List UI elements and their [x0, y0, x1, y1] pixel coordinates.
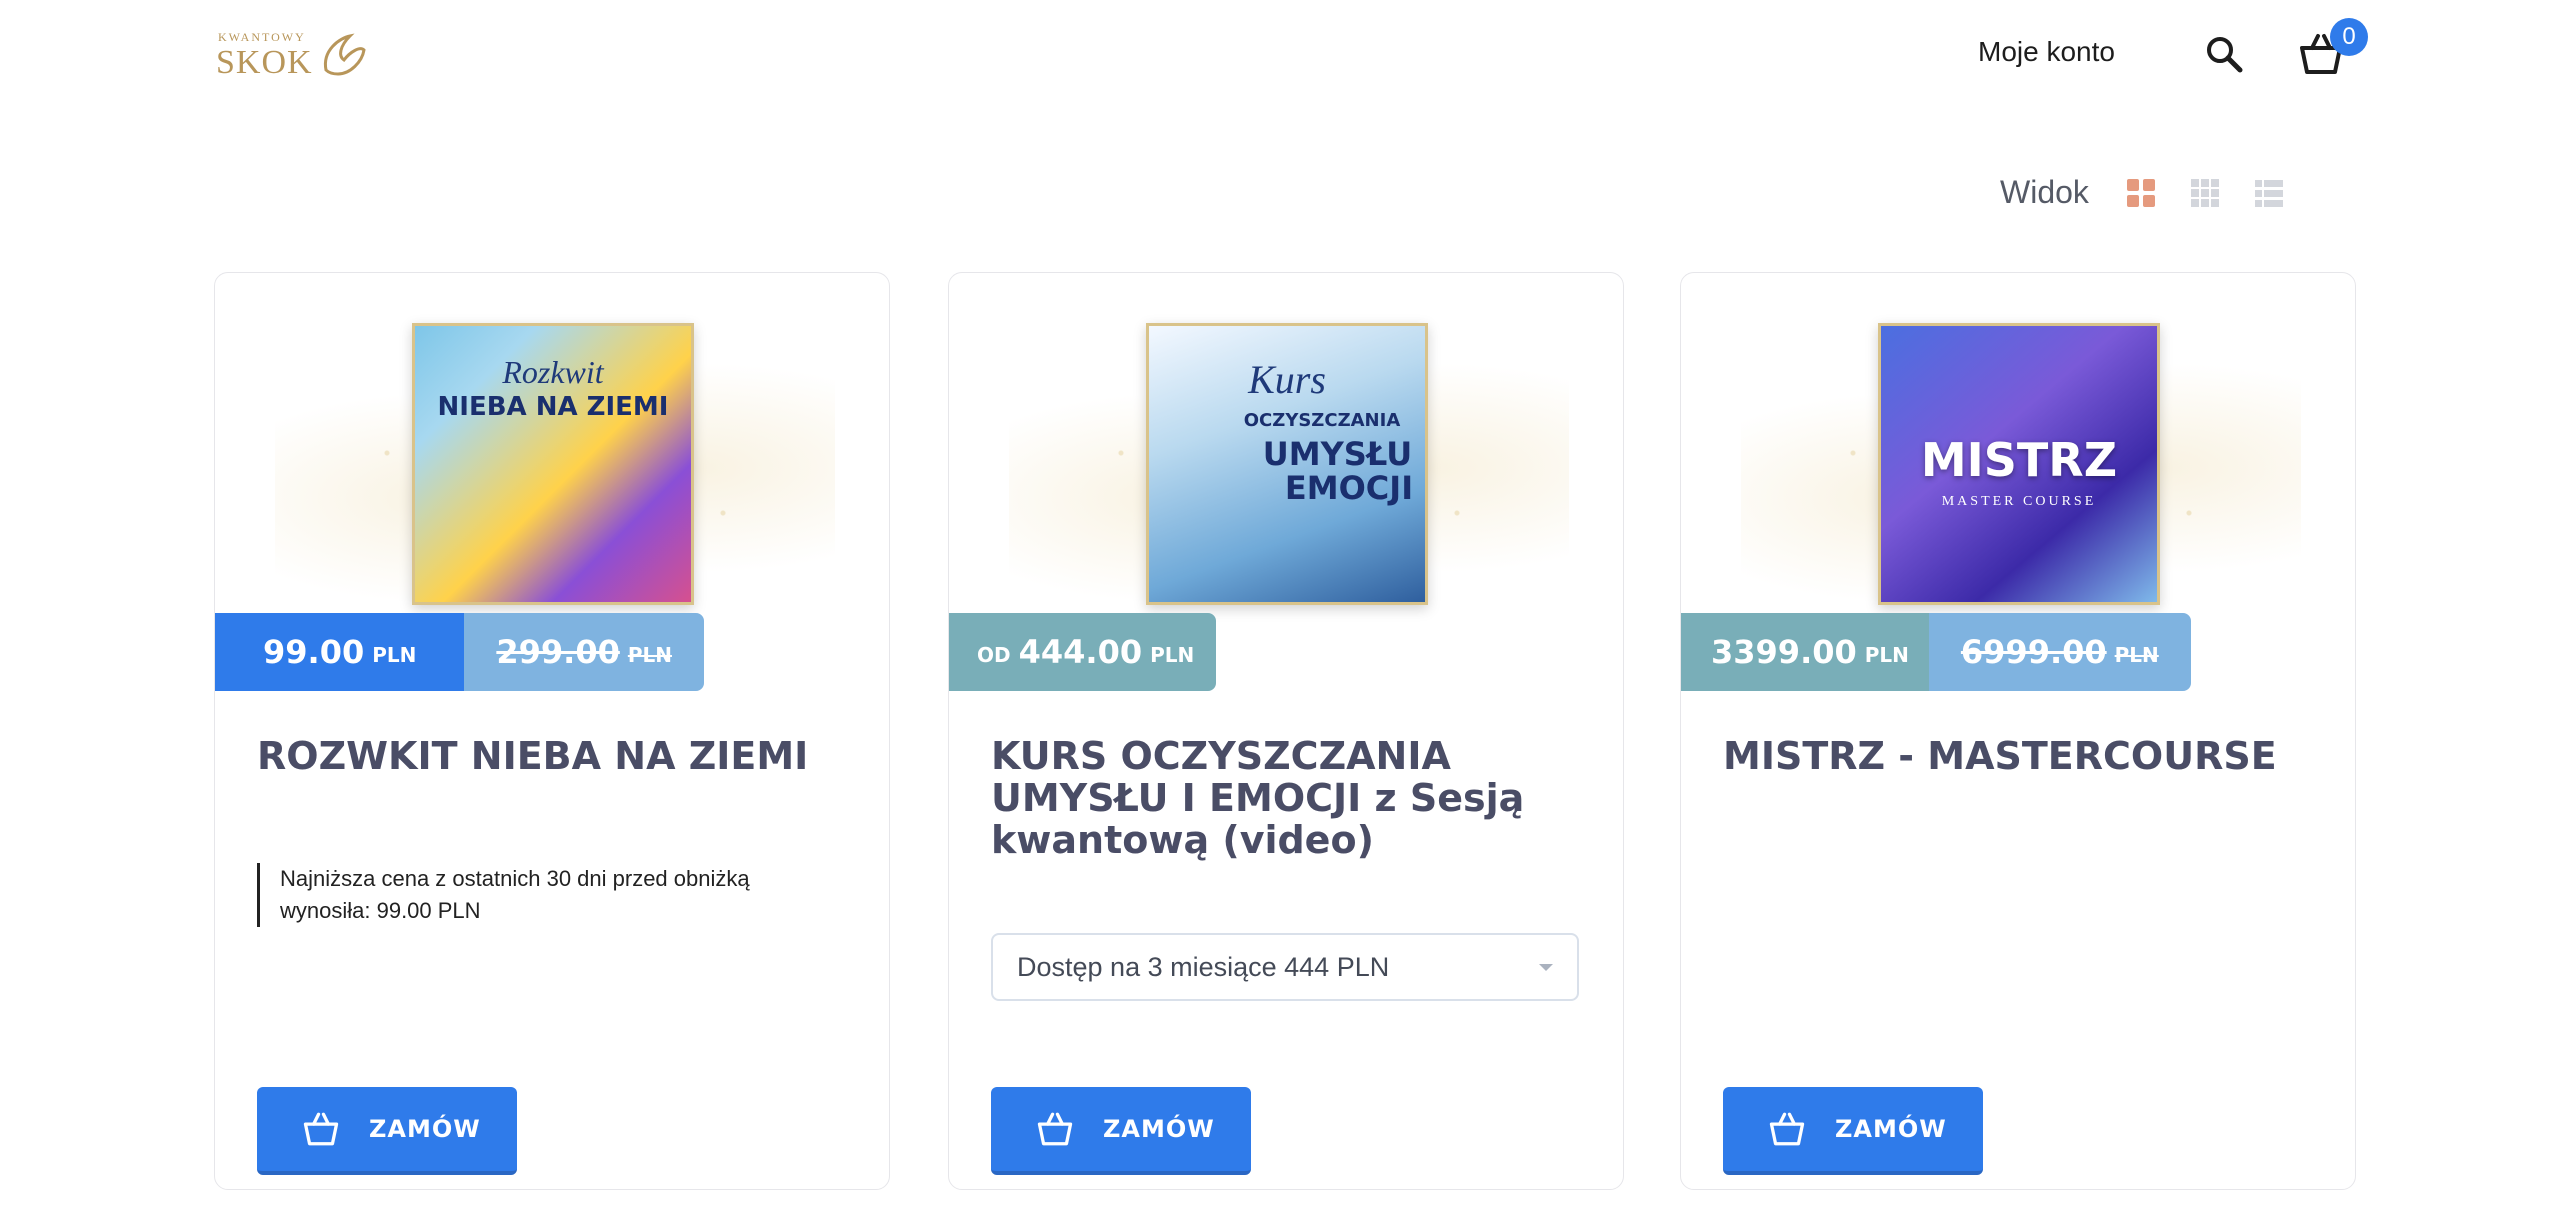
logo-small-text: KWANTOWY [218, 30, 306, 44]
variant-selected-value: Dostęp na 3 miesiące 444 PLN [1017, 951, 1390, 982]
product-card: Rozkwit NIEBA NA ZIEMI 99.00 PLN 299.00 … [214, 272, 890, 1190]
product-title[interactable]: KURS OCZYSZCZANIA UMYSŁU I EMOCJI z Sesj… [991, 735, 1591, 861]
product-card: MISTRZ MASTER COURSE 3399.00 PLN 6999.00… [1680, 272, 2356, 1190]
product-title[interactable]: MISTRZ - MASTERCOURSE [1723, 735, 2323, 777]
product-image[interactable]: Rozkwit NIEBA NA ZIEMI [412, 323, 694, 605]
order-button[interactable]: ZAMÓW [1723, 1087, 1983, 1175]
old-price: 299.00 PLN [464, 613, 704, 691]
search-button[interactable] [2204, 34, 2244, 74]
order-button[interactable]: ZAMÓW [991, 1087, 1251, 1175]
order-button[interactable]: ZAMÓW [257, 1087, 517, 1175]
current-price: 3399.00 PLN [1681, 613, 1929, 691]
old-price-currency: PLN [2114, 643, 2159, 667]
image-sub-text: MASTER COURSE [1941, 494, 2097, 509]
order-button-label: ZAMÓW [1835, 1115, 1947, 1143]
price-prefix: OD [977, 643, 1011, 667]
view-label: Widok [2000, 174, 2089, 210]
current-price: OD 444.00 PLN [949, 613, 1217, 691]
product-title[interactable]: ROZWKIT NIEBA NA ZIEMI [257, 735, 857, 777]
current-price: 99.00 PLN [215, 613, 465, 691]
lowest-price-note: Najniższa cena z ostatnich 30 dni przed … [257, 863, 817, 927]
image-bold-text: MISTRZ [1920, 433, 2118, 487]
variant-select[interactable]: Dostęp na 3 miesiące 444 PLN [991, 933, 1579, 1001]
image-script-text: Rozkwit [502, 354, 604, 390]
price-tag: 3399.00 PLN 6999.00 PLN [1681, 613, 2191, 691]
cart-count-badge: 0 [2330, 18, 2368, 56]
basket-icon [1037, 1112, 1073, 1146]
basket-icon [1769, 1112, 1805, 1146]
view-grid-small-button[interactable] [2190, 178, 2220, 208]
image-bold-small-text: OCZYSZCZANIA [1243, 410, 1401, 431]
view-list-button[interactable] [2254, 178, 2284, 208]
chevron-down-icon [1539, 963, 1553, 971]
view-grid-large-button[interactable] [2126, 178, 2156, 208]
grid-small-icon [2191, 179, 2219, 207]
current-price-currency: PLN [372, 643, 417, 667]
image-script-text: Kurs [1248, 357, 1326, 402]
my-account-link[interactable]: Moje konto [1978, 36, 2115, 68]
price-tag: 99.00 PLN 299.00 PLN [215, 613, 704, 691]
order-button-label: ZAMÓW [1103, 1115, 1215, 1143]
old-price: 6999.00 PLN [1928, 613, 2191, 691]
product-image[interactable]: Kurs OCZYSZCZANIA UMYSŁU I EMOCJI [1146, 323, 1428, 605]
image-bold-text: UMYSŁU I EMOCJI [1262, 435, 1428, 507]
old-price-value: 299.00 [496, 633, 620, 671]
list-icon [2255, 180, 2283, 207]
order-button-label: ZAMÓW [369, 1115, 481, 1143]
butterfly-logo-icon [323, 33, 366, 76]
basket-icon [303, 1112, 339, 1146]
search-icon [2207, 37, 2243, 73]
product-image[interactable]: MISTRZ MASTER COURSE [1878, 323, 2160, 605]
price-tag: OD 444.00 PLN [949, 613, 1217, 691]
old-price-currency: PLN [627, 643, 672, 667]
current-price-value: 99.00 [263, 633, 365, 671]
current-price-currency: PLN [1150, 643, 1195, 667]
product-card: Kurs OCZYSZCZANIA UMYSŁU I EMOCJI OD 444… [948, 272, 1624, 1190]
site-header: KWANTOWY SKOK Moje konto 0 [0, 0, 2560, 110]
current-price-currency: PLN [1864, 643, 1909, 667]
current-price-value: 444.00 [1018, 633, 1143, 671]
image-bold-text: NIEBA NA ZIEMI [437, 392, 669, 422]
site-logo[interactable]: KWANTOWY SKOK [216, 26, 366, 82]
logo-big-text: SKOK [216, 44, 313, 81]
grid-large-icon [2127, 179, 2155, 207]
current-price-value: 3399.00 [1711, 633, 1857, 671]
old-price-value: 6999.00 [1960, 633, 2107, 671]
